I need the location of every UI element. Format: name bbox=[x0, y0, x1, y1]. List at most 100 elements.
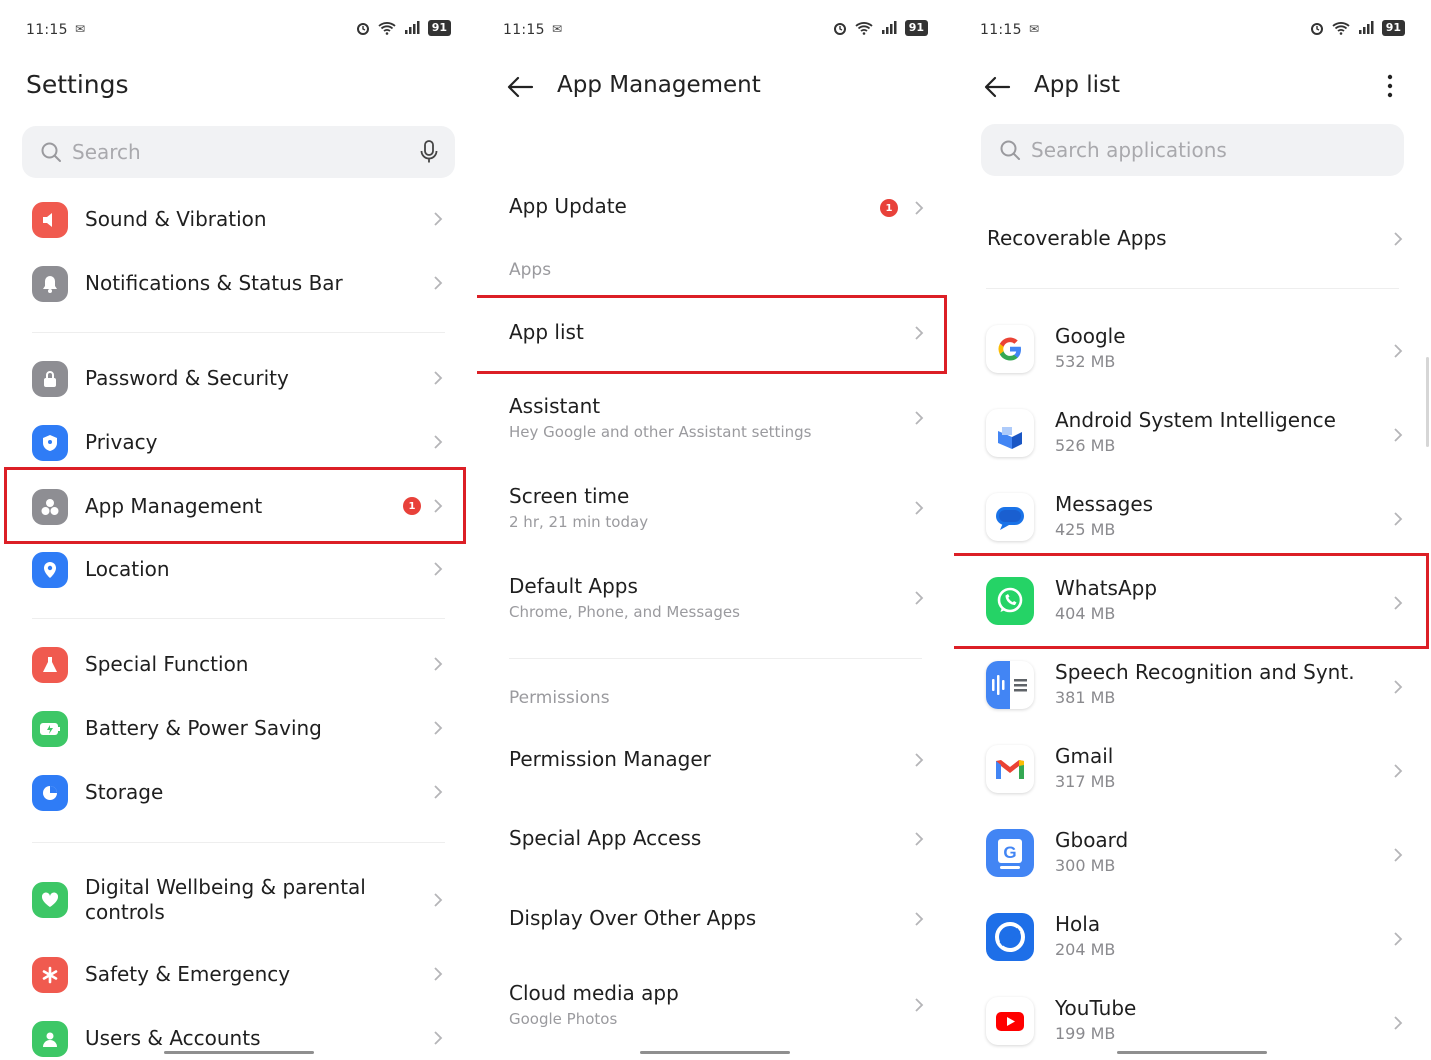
permission-manager-item[interactable]: Permission Manager bbox=[509, 741, 924, 781]
divider bbox=[32, 332, 445, 333]
mail-icon: ✉ bbox=[1029, 22, 1040, 36]
cloud-media-app-label: Cloud media app bbox=[509, 981, 679, 1005]
chevron-right-icon bbox=[915, 501, 924, 515]
microphone-icon[interactable] bbox=[419, 140, 439, 164]
search-input[interactable]: Search bbox=[72, 126, 141, 178]
battery-level: 91 bbox=[904, 20, 928, 36]
alarm-icon bbox=[833, 23, 846, 35]
default-apps-subtitle: Chrome, Phone, and Messages bbox=[509, 603, 740, 621]
svg-text:G: G bbox=[1003, 843, 1016, 862]
default-apps-item[interactable]: Default Apps Chrome, Phone, and Messages bbox=[509, 572, 924, 628]
assistant-subtitle: Hey Google and other Assistant settings bbox=[509, 423, 812, 441]
section-header-apps: Apps bbox=[509, 260, 552, 280]
chevron-right-icon bbox=[434, 212, 443, 226]
battery-level: 91 bbox=[427, 20, 451, 36]
app-update-label: App Update bbox=[509, 194, 627, 218]
settings-item-safety[interactable]: Safety & Emergency bbox=[0, 945, 477, 1003]
app-size: 532 MB bbox=[1055, 352, 1116, 371]
settings-item-battery[interactable]: Battery & Power Saving bbox=[0, 699, 477, 757]
app-row-gboard[interactable]: G Gboard 300 MB bbox=[954, 814, 1431, 898]
cloud-media-app-item[interactable]: Cloud media app Google Photos bbox=[509, 979, 924, 1035]
status-bar: 11:15 ✉ 91 bbox=[980, 20, 1405, 42]
chevron-right-icon bbox=[434, 785, 443, 799]
page-title: App Management bbox=[557, 72, 761, 98]
wifi-icon bbox=[855, 22, 873, 35]
flask-icon bbox=[32, 647, 68, 683]
settings-item-label: Password & Security bbox=[85, 365, 289, 390]
app-row-gmail[interactable]: Gmail 317 MB bbox=[954, 730, 1431, 814]
settings-item-label: Storage bbox=[85, 779, 164, 804]
chevron-right-icon bbox=[1394, 428, 1403, 442]
status-time: 11:15 bbox=[503, 22, 545, 38]
mail-icon: ✉ bbox=[75, 22, 86, 36]
settings-item-storage[interactable]: Storage bbox=[0, 763, 477, 821]
settings-item-digital-wellbeing[interactable]: Digital Wellbeing & parental controls bbox=[0, 870, 477, 930]
settings-item-special-function[interactable]: Special Function bbox=[0, 635, 477, 693]
settings-screen: 11:15 ✉ 91 Settings Search Sound & Vibra… bbox=[0, 0, 477, 1060]
wifi-icon bbox=[1332, 22, 1350, 35]
app-name: Hola bbox=[1055, 912, 1101, 936]
page-title: Settings bbox=[26, 70, 129, 99]
youtube-icon bbox=[986, 997, 1034, 1045]
app-size: 425 MB bbox=[1055, 520, 1116, 539]
chevron-right-icon bbox=[434, 276, 443, 290]
screen-time-item[interactable]: Screen time 2 hr, 21 min today bbox=[509, 482, 924, 538]
special-app-access-item[interactable]: Special App Access bbox=[509, 820, 924, 860]
signal-icon bbox=[1358, 21, 1374, 34]
settings-item-sound[interactable]: Sound & Vibration bbox=[0, 190, 477, 248]
home-indicator[interactable] bbox=[1117, 1051, 1267, 1054]
settings-item-location[interactable]: Location bbox=[0, 540, 477, 598]
scrollbar[interactable] bbox=[1426, 357, 1429, 447]
chevron-right-icon bbox=[1394, 344, 1403, 358]
assistant-item[interactable]: Assistant Hey Google and other Assistant… bbox=[509, 392, 924, 448]
display-over-other-apps-item[interactable]: Display Over Other Apps bbox=[509, 900, 924, 940]
speaker-icon bbox=[32, 202, 68, 238]
settings-item-password-security[interactable]: Password & Security bbox=[0, 349, 477, 407]
settings-item-privacy[interactable]: Privacy bbox=[0, 413, 477, 471]
app-name: Gboard bbox=[1055, 828, 1129, 852]
app-row-google[interactable]: Google 532 MB bbox=[954, 310, 1431, 394]
shield-icon bbox=[32, 425, 68, 461]
search-icon bbox=[1000, 140, 1020, 160]
more-options-icon[interactable] bbox=[1387, 73, 1393, 99]
settings-item-label: Privacy bbox=[85, 429, 158, 454]
search-bar[interactable]: Search bbox=[22, 126, 455, 178]
app-row-speech-recognition[interactable]: Speech Recognition and Synt. 381 MB bbox=[954, 646, 1431, 730]
app-row-youtube[interactable]: YouTube 199 MB bbox=[954, 982, 1431, 1060]
divider bbox=[32, 842, 445, 843]
app-size: 317 MB bbox=[1055, 772, 1116, 791]
back-arrow-icon[interactable] bbox=[982, 72, 1012, 102]
app-size: 381 MB bbox=[1055, 688, 1116, 707]
google-icon bbox=[986, 325, 1034, 373]
settings-item-label: Notifications & Status Bar bbox=[85, 270, 343, 295]
divider bbox=[986, 288, 1399, 289]
search-applications-input[interactable]: Search applications bbox=[1031, 124, 1227, 176]
chevron-right-icon bbox=[915, 591, 924, 605]
chevron-right-icon bbox=[434, 562, 443, 576]
app-name: Messages bbox=[1055, 492, 1154, 516]
cloud-media-app-subtitle: Google Photos bbox=[509, 1010, 618, 1028]
app-row-android-system-intelligence[interactable]: Android System Intelligence 526 MB bbox=[954, 394, 1431, 478]
app-row-messages[interactable]: Messages 425 MB bbox=[954, 478, 1431, 562]
chevron-right-icon bbox=[1394, 932, 1403, 946]
screen-time-subtitle: 2 hr, 21 min today bbox=[509, 513, 649, 531]
app-size: 526 MB bbox=[1055, 436, 1116, 455]
settings-item-notifications[interactable]: Notifications & Status Bar bbox=[0, 254, 477, 312]
home-indicator[interactable] bbox=[640, 1051, 790, 1054]
app-name: YouTube bbox=[1055, 996, 1137, 1020]
settings-item-label: Battery & Power Saving bbox=[85, 715, 322, 740]
divider bbox=[32, 618, 445, 619]
home-indicator[interactable] bbox=[164, 1051, 314, 1054]
recoverable-apps-item[interactable]: Recoverable Apps bbox=[987, 219, 1403, 259]
app-name: Google bbox=[1055, 324, 1126, 348]
gmail-icon bbox=[986, 745, 1034, 793]
search-applications-bar[interactable]: Search applications bbox=[981, 124, 1404, 176]
app-update-item[interactable]: App Update 1 bbox=[509, 188, 924, 228]
back-arrow-icon[interactable] bbox=[505, 72, 535, 102]
page-title: App list bbox=[1034, 72, 1121, 98]
app-name: Android System Intelligence bbox=[1055, 408, 1336, 432]
pie-chart-icon bbox=[32, 775, 68, 811]
status-time: 11:15 bbox=[26, 22, 68, 38]
app-row-hola[interactable]: Hola 204 MB bbox=[954, 898, 1431, 982]
highlight-box bbox=[4, 467, 466, 544]
